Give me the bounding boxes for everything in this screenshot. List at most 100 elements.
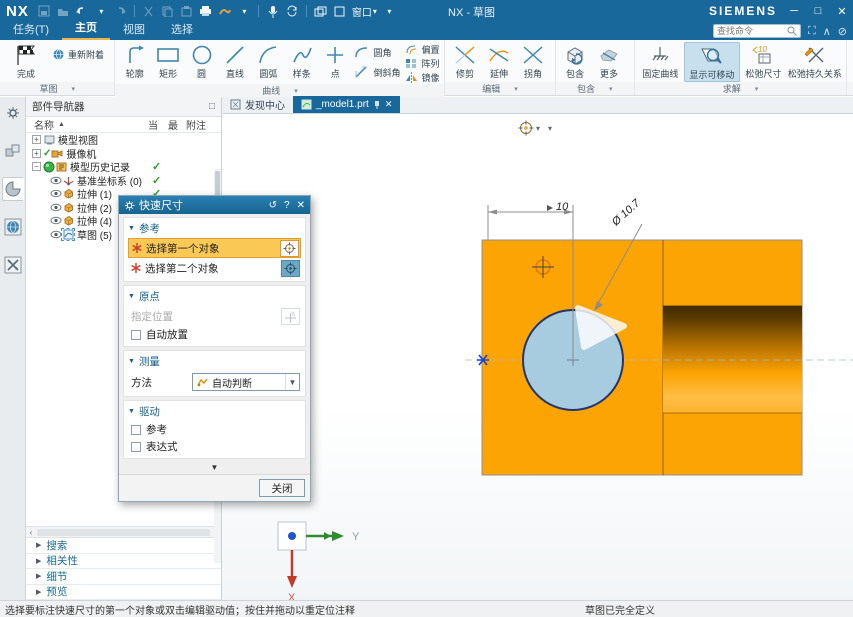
- fillet-button[interactable]: 圆角: [352, 42, 402, 62]
- undock-panel-icon[interactable]: □: [209, 101, 215, 112]
- part-navigator-icon[interactable]: [2, 177, 24, 201]
- pin-icon[interactable]: [373, 100, 381, 110]
- tab-selection[interactable]: 选择: [158, 19, 206, 40]
- sketch-viewport[interactable]: ▾ ▾: [222, 114, 853, 600]
- open-icon[interactable]: [56, 4, 70, 18]
- tree-item-datum-csys[interactable]: 基准坐标系 (0) ✓: [26, 174, 221, 188]
- tree-item-cameras[interactable]: + ✓ 摄像机: [26, 147, 221, 161]
- second-object-picker-button[interactable]: [281, 260, 300, 277]
- dropdown-arrow-icon[interactable]: ▼: [285, 374, 299, 390]
- group-dialog-launcher[interactable]: ▾: [609, 85, 613, 93]
- spline-button[interactable]: 样条: [286, 42, 318, 80]
- tab-home[interactable]: 主页: [62, 17, 110, 40]
- point-button[interactable]: 点: [319, 42, 351, 80]
- roles-gear-icon[interactable]: [2, 101, 24, 125]
- auto-placement-row[interactable]: 自动放置: [128, 326, 301, 343]
- origin-header[interactable]: ▼原点: [128, 288, 301, 306]
- tab-discovery-center[interactable]: 发现中心: [222, 96, 293, 113]
- pattern-button[interactable]: 阵列: [403, 56, 441, 70]
- section-details[interactable]: ▶细节: [26, 569, 221, 585]
- rectangle-button[interactable]: 矩形: [152, 42, 184, 80]
- fullscreen-icon[interactable]: ⛶: [808, 25, 816, 38]
- print-icon[interactable]: [199, 4, 213, 18]
- include-button[interactable]: 包含: [559, 42, 592, 80]
- column-comment[interactable]: 附注: [186, 117, 206, 132]
- auto-placement-checkbox[interactable]: [131, 330, 141, 340]
- measure-header[interactable]: ▼测量: [128, 353, 301, 371]
- eye-icon[interactable]: [50, 215, 62, 226]
- tools-icon[interactable]: [2, 253, 24, 277]
- eye-icon[interactable]: [50, 188, 62, 199]
- dialog-help-icon[interactable]: ?: [284, 200, 290, 211]
- tab-view[interactable]: 视图: [110, 19, 158, 40]
- section-search[interactable]: ▶搜索: [26, 538, 221, 554]
- relax-persistent-button[interactable]: 松弛持久关系: [787, 42, 843, 80]
- line-button[interactable]: 直线: [219, 42, 251, 80]
- dialog-collapse-handle[interactable]: ▼: [123, 462, 306, 474]
- expression-checkbox[interactable]: [131, 442, 141, 452]
- tab-model1[interactable]: _model1.prt ✕: [293, 96, 400, 113]
- undo-icon[interactable]: [75, 4, 89, 18]
- reference-header[interactable]: ▼参考: [128, 220, 301, 238]
- cut-icon[interactable]: [142, 4, 156, 18]
- sync-icon[interactable]: [285, 4, 299, 18]
- window-menu[interactable]: 窗口▾: [352, 4, 377, 18]
- undo-dropdown-icon[interactable]: ▾: [94, 4, 108, 18]
- show-movable-button[interactable]: 显示可移动: [684, 42, 740, 82]
- extend-button[interactable]: 延伸: [482, 42, 515, 80]
- maximize-window-icon[interactable]: [333, 4, 347, 18]
- first-object-picker-button[interactable]: [280, 240, 299, 257]
- driving-header[interactable]: ▼驱动: [128, 403, 301, 421]
- tab-task[interactable]: 任务(T): [0, 19, 62, 40]
- reference-checkbox[interactable]: [131, 425, 141, 435]
- orient-more-button[interactable]: ▾: [548, 124, 552, 133]
- command-search[interactable]: [713, 24, 801, 38]
- column-name[interactable]: 名称: [26, 117, 54, 132]
- column-latest[interactable]: 最: [168, 117, 178, 132]
- arc-button[interactable]: 圆弧: [252, 42, 284, 80]
- cascade-window-icon[interactable]: [314, 4, 328, 18]
- trim-button[interactable]: 修剪: [448, 42, 481, 80]
- column-current[interactable]: 当: [148, 117, 158, 132]
- tree-horizontal-scrollbar[interactable]: ‹ ›: [26, 526, 221, 537]
- width-dimension-text[interactable]: 10: [556, 201, 569, 213]
- rapid-dimension-dialog[interactable]: 快速尺寸 ↺ ? ✕ ▼参考 选择第一个对象 选择第二个对象: [118, 195, 311, 502]
- eye-icon[interactable]: [50, 202, 62, 213]
- close-tab-icon[interactable]: ✕: [385, 99, 393, 110]
- group-dialog-launcher[interactable]: ▾: [755, 85, 759, 93]
- chamfer-button[interactable]: 倒斜角: [352, 62, 402, 82]
- close-button[interactable]: ✕: [835, 5, 849, 18]
- group-dialog-launcher[interactable]: ▾: [514, 85, 518, 93]
- bore-cylinder-face[interactable]: [663, 306, 802, 413]
- microphone-icon[interactable]: [266, 4, 280, 18]
- expand-icon[interactable]: +: [32, 149, 41, 158]
- copy-icon[interactable]: [161, 4, 175, 18]
- tree-item-model-history[interactable]: − 模型历史记录 ✓: [26, 160, 221, 174]
- section-preview[interactable]: ▶预览: [26, 585, 221, 601]
- reattach-button[interactable]: 重新附着: [50, 44, 106, 64]
- finish-sketch-button[interactable]: 完成: [3, 42, 49, 80]
- select-first-object-row[interactable]: 选择第一个对象: [128, 238, 301, 258]
- eye-icon[interactable]: [50, 229, 62, 240]
- navigator-column-headers[interactable]: 名称▲ 当 最 附注: [26, 117, 221, 133]
- more-button[interactable]: 更多: [593, 42, 626, 80]
- reference-checkbox-row[interactable]: 参考: [128, 421, 301, 438]
- help-icon[interactable]: ⊘: [838, 25, 847, 38]
- group-dialog-launcher[interactable]: ▾: [71, 85, 75, 93]
- command-search-input[interactable]: [714, 26, 786, 36]
- mirror-button[interactable]: 镜像: [403, 70, 441, 84]
- fix-curve-button[interactable]: 固定曲线: [638, 42, 683, 80]
- minimize-button[interactable]: ─: [787, 5, 801, 17]
- collapse-icon[interactable]: −: [32, 162, 41, 171]
- web-browser-icon[interactable]: [2, 215, 24, 239]
- redo-icon[interactable]: [113, 4, 127, 18]
- maximize-button[interactable]: □: [811, 5, 825, 17]
- assembly-navigator-icon[interactable]: [2, 139, 24, 163]
- relax-dimension-button[interactable]: 10 松弛尺寸: [741, 42, 786, 80]
- offset-button[interactable]: 偏置: [403, 42, 441, 56]
- circle-button[interactable]: 圆: [185, 42, 217, 80]
- section-dependencies[interactable]: ▶相关性: [26, 554, 221, 570]
- dialog-close-icon[interactable]: ✕: [297, 200, 305, 211]
- diameter-dimension-text[interactable]: Ø 10.7: [609, 197, 643, 229]
- method-dropdown[interactable]: 自动判断 ▼: [192, 373, 300, 391]
